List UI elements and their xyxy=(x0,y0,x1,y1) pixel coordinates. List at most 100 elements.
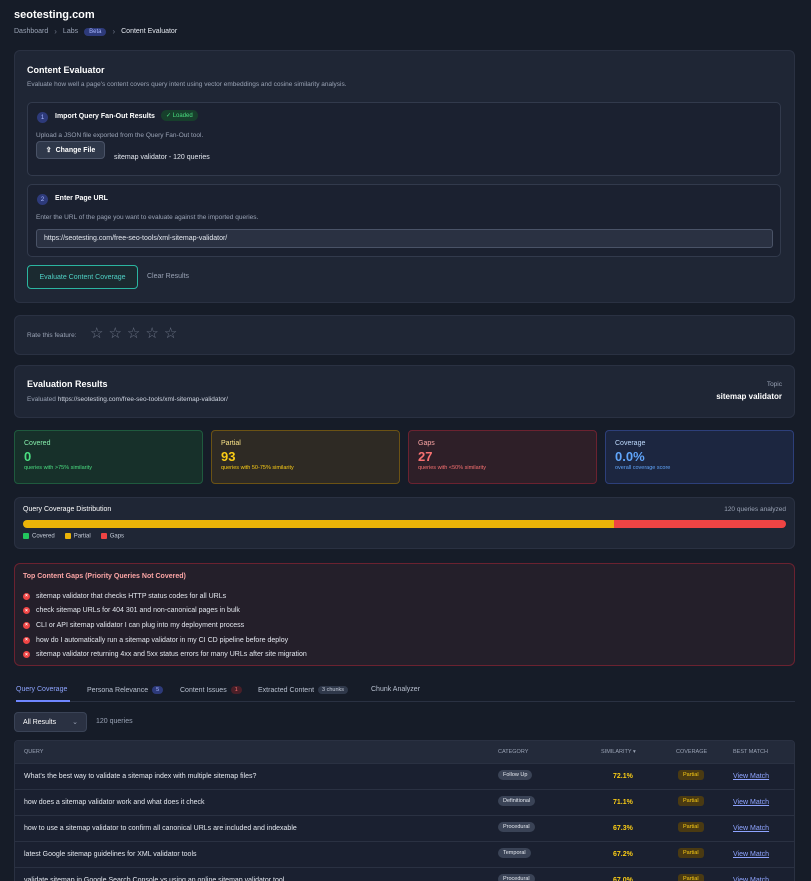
sort-icon: ▾ xyxy=(633,749,636,755)
site-title[interactable]: seotesting.com xyxy=(14,9,95,21)
col-similarity[interactable]: SIMILARITY ▾ xyxy=(601,749,636,755)
category-badge: Procedural xyxy=(498,822,535,832)
chevron-down-icon: ⌄ xyxy=(72,719,78,726)
legend-gaps: Gaps xyxy=(100,533,124,540)
rating-stars: ☆ ☆ ☆ ☆ ☆ xyxy=(90,326,177,341)
stat-label: Covered xyxy=(24,440,51,447)
beta-badge: Beta xyxy=(84,27,107,36)
loaded-badge: ✓ Loaded xyxy=(161,110,198,121)
query-table: QUERY CATEGORY SIMILARITY ▾ COVERAGE BES… xyxy=(14,740,795,881)
coverage-badge: Partial xyxy=(678,770,704,780)
tab-persona-relevance[interactable]: Persona Relevance 5 xyxy=(87,686,164,694)
top-gaps-list: × sitemap validator that checks HTTP stat… xyxy=(23,589,307,662)
category-badge: Definitional xyxy=(498,796,536,806)
upload-icon: ⇪ xyxy=(45,147,52,154)
loaded-label: Loaded xyxy=(172,113,193,119)
star-icon[interactable]: ☆ xyxy=(90,326,103,341)
breadcrumb: Dashboard › Labs Beta › Content Evaluato… xyxy=(14,27,177,36)
category-badge: Follow Up xyxy=(498,770,533,780)
legend-partial: Partial xyxy=(64,533,91,540)
col-best-match[interactable]: BEST MATCH xyxy=(733,749,768,755)
step-description: Upload a JSON file exported from the Que… xyxy=(36,132,204,139)
coverage-bar xyxy=(23,520,786,528)
breadcrumb-labs[interactable]: Labs xyxy=(63,28,78,35)
top-gaps-title: Top Content Gaps (Priority Queries Not C… xyxy=(23,573,186,580)
gaps-stat: Gaps 27 queries with <50% similarity xyxy=(408,430,597,484)
col-query[interactable]: QUERY xyxy=(24,749,43,755)
star-icon[interactable]: ☆ xyxy=(164,326,177,341)
x-circle-icon: × xyxy=(23,607,30,615)
legend-covered: Covered xyxy=(23,533,55,540)
results-filter-select[interactable]: All Results ⌄ xyxy=(14,712,87,732)
stat-sub: queries with <50% similarity xyxy=(418,465,487,471)
chevron-right-icon: › xyxy=(112,27,116,36)
rating-label: Rate this feature: xyxy=(27,332,77,339)
results-card xyxy=(14,365,795,418)
table-row: how to use a sitemap validator to confir… xyxy=(15,815,794,841)
stat-value: 27 xyxy=(418,449,433,464)
col-coverage[interactable]: COVERAGE xyxy=(676,749,707,755)
view-match-link[interactable]: View Match xyxy=(733,773,769,780)
topic-label: Topic xyxy=(766,381,782,388)
similarity-cell: 67.3% xyxy=(613,825,633,832)
distribution-legend: Covered Partial Gaps xyxy=(23,533,124,540)
view-match-link[interactable]: View Match xyxy=(733,851,769,858)
step-number: 2 xyxy=(37,194,48,205)
star-icon[interactable]: ☆ xyxy=(108,326,121,341)
results-evaluated: Evaluated https://seotesting.com/free-se… xyxy=(27,396,228,403)
tab-chunk-analyzer[interactable]: Chunk Analyzer xyxy=(371,686,420,693)
query-count: 120 queries xyxy=(96,718,133,725)
tab-query-coverage[interactable]: Query Coverage xyxy=(16,686,67,693)
distribution-count: 120 queries analyzed xyxy=(724,506,786,513)
gap-item: × how do I automatically run a sitemap va… xyxy=(23,633,307,648)
stat-sub: queries with >75% similarity xyxy=(24,465,93,471)
col-category[interactable]: CATEGORY xyxy=(498,749,528,755)
step-import: 1 Import Query Fan-Out Results ✓ Loaded … xyxy=(27,102,781,176)
clear-results-button[interactable]: Clear Results xyxy=(147,273,189,280)
stat-label: Partial xyxy=(221,440,241,447)
similarity-cell: 72.1% xyxy=(613,773,633,780)
view-match-link[interactable]: View Match xyxy=(733,799,769,806)
coverage-stat: Coverage 0.0% overall coverage score xyxy=(605,430,794,484)
step-url: 2 Enter Page URL Enter the URL of the pa… xyxy=(27,184,781,257)
step-title: Import Query Fan-Out Results xyxy=(55,113,155,120)
gap-item: × CLI or API sitemap validator I can plug… xyxy=(23,618,307,633)
tab-content-issues[interactable]: Content Issues 1 xyxy=(180,686,242,694)
star-icon[interactable]: ☆ xyxy=(127,326,140,341)
query-cell: how does a sitemap validator work and wh… xyxy=(24,799,205,806)
distribution-title: Query Coverage Distribution xyxy=(23,506,112,513)
tab-extracted-content[interactable]: Extracted Content 3 chunks xyxy=(258,686,349,694)
step-number: 1 xyxy=(37,112,48,123)
stat-label: Coverage xyxy=(615,440,646,447)
category-badge: Procedural xyxy=(498,874,535,881)
topic-value: sitemap validator xyxy=(716,392,782,401)
stat-sub: overall coverage score xyxy=(615,465,671,471)
stat-sub: queries with 50-75% similarity xyxy=(221,465,294,471)
query-cell: What's the best way to validate a sitema… xyxy=(24,773,257,780)
evaluate-coverage-button[interactable]: Evaluate Content Coverage xyxy=(27,265,138,289)
table-row: validate sitemap in Google Search Consol… xyxy=(15,867,794,881)
query-cell: latest Google sitemap guidelines for XML… xyxy=(24,851,197,858)
evaluator-title: Content Evaluator xyxy=(27,65,105,75)
coverage-badge: Partial xyxy=(678,822,704,832)
x-circle-icon: × xyxy=(23,636,30,644)
star-icon[interactable]: ☆ xyxy=(145,326,158,341)
evaluator-description: Evaluate how well a page's content cover… xyxy=(27,81,347,88)
breadcrumb-dashboard[interactable]: Dashboard xyxy=(14,28,48,35)
gap-item: × check sitemap URLs for 404 301 and non-… xyxy=(23,604,307,619)
similarity-cell: 67.2% xyxy=(613,851,633,858)
coverage-badge: Partial xyxy=(678,848,704,858)
change-file-button[interactable]: ⇪ Change File xyxy=(36,141,105,159)
bar-gaps-segment xyxy=(614,520,786,528)
results-title: Evaluation Results xyxy=(27,379,108,389)
chevron-right-icon: › xyxy=(54,27,57,36)
table-row: latest Google sitemap guidelines for XML… xyxy=(15,841,794,867)
view-match-link[interactable]: View Match xyxy=(733,877,769,881)
view-match-link[interactable]: View Match xyxy=(733,825,769,832)
category-badge: Temporal xyxy=(498,848,531,858)
step-title: Enter Page URL xyxy=(55,195,108,202)
x-circle-icon: × xyxy=(23,651,30,659)
page-url-input[interactable]: https://seotesting.com/free-seo-tools/xm… xyxy=(36,229,773,248)
active-tab-indicator xyxy=(16,700,70,702)
gap-item: × sitemap validator returning 4xx and 5xx… xyxy=(23,647,307,662)
